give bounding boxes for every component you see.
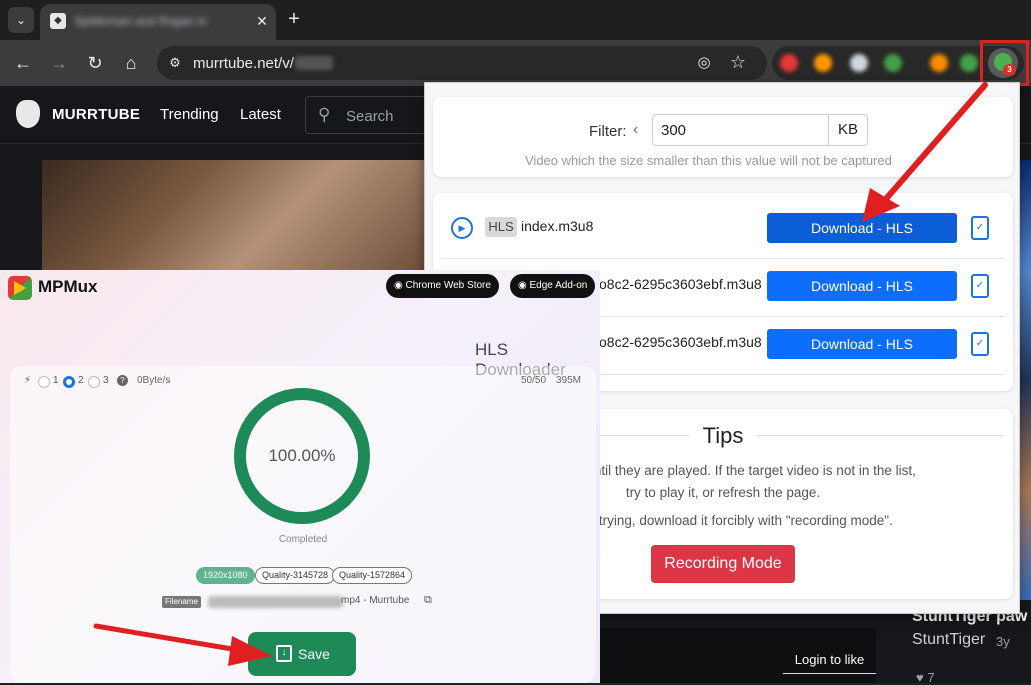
bookmark-star-icon[interactable]: ☆ [727, 52, 749, 74]
reload-icon[interactable]: ↻ [80, 48, 110, 78]
download-hls-button[interactable]: Download - HLS [767, 329, 957, 359]
download-card: ⚡ 1 2 3 ? 0Byte/s 50/50 395M 100.00% Com… [10, 366, 596, 683]
extension-icon[interactable] [884, 54, 902, 72]
thread-radio-3[interactable] [88, 376, 100, 388]
thread-label: 2 [78, 375, 84, 386]
extension-icon[interactable] [780, 54, 798, 72]
filter-size-input[interactable] [652, 114, 829, 146]
nav-latest[interactable]: Latest [240, 106, 281, 123]
quality-chip[interactable]: Quality-3145728 [255, 567, 336, 584]
progress-ring: 100.00% [234, 388, 370, 524]
filter-hint: Video which the size smaller than this v… [525, 153, 892, 168]
extension-icon[interactable] [960, 54, 978, 72]
site-search-input[interactable]: ⚲ Search [305, 96, 430, 134]
filename-text: mp4 - Murrtube [341, 595, 410, 606]
download-status: Completed [278, 534, 328, 545]
mpmux-logo-icon [8, 276, 32, 300]
murrtube-logo-icon[interactable] [16, 100, 40, 128]
filter-card: Filter: ‹ KB Video which the size smalle… [433, 97, 1013, 177]
quality-chip[interactable]: Quality-1572864 [332, 567, 413, 584]
filter-unit: KB [828, 114, 868, 146]
bolt-icon: ⚡ [24, 375, 32, 386]
resolution-chip[interactable]: 1920x1080 [196, 567, 255, 584]
download-speed: 0Byte/s [137, 375, 171, 386]
download-hls-button[interactable]: Download - HLS [767, 271, 957, 301]
chrome-store-label: Chrome Web Store [405, 280, 491, 291]
thread-radio-1[interactable] [38, 376, 50, 388]
mpmux-panel: MPMux ◉ Chrome Web Store ◉ Edge Add-on H… [0, 270, 600, 683]
thread-radio-2[interactable] [63, 376, 75, 388]
edge-icon: ◉ [518, 280, 530, 291]
tips-title-text: Tips [688, 423, 758, 448]
forward-arrow-icon[interactable]: → [44, 48, 74, 78]
eye-slash-icon[interactable]: ◎ [693, 53, 715, 73]
home-icon[interactable]: ⌂ [116, 48, 146, 78]
chrome-web-store-button[interactable]: ◉ Chrome Web Store [386, 274, 499, 298]
mpmux-app-name: MPMux [38, 277, 98, 296]
download-hls-button[interactable]: Download - HLS [767, 213, 957, 243]
clipboard-check-icon[interactable]: ✓ [971, 274, 989, 298]
tab-title: Spiderman and Rogan in [74, 14, 207, 28]
save-button[interactable]: ↓ Save [248, 632, 356, 676]
save-download-icon: ↓ [276, 645, 292, 662]
chrome-icon: ◉ [394, 280, 406, 291]
tab-close-icon[interactable]: ✕ [252, 11, 272, 31]
filter-label: Filter: [589, 123, 627, 140]
extension-icon[interactable] [814, 54, 832, 72]
recording-mode-button[interactable]: Recording Mode [651, 545, 795, 583]
list-item: ▶ HLS index.m3u8 Download - HLS ✓ [441, 201, 1005, 259]
video-player[interactable] [42, 160, 432, 270]
play-icon[interactable]: ▶ [451, 217, 473, 239]
nav-trending[interactable]: Trending [160, 106, 219, 123]
back-arrow-icon[interactable]: ← [8, 48, 38, 78]
new-tab-icon[interactable]: + [283, 8, 305, 30]
video-filename: o8c2-6295c3603ebf.m3u8 [599, 276, 762, 292]
edge-addon-label: Edge Add-on [529, 280, 588, 291]
search-icon: ⚲ [318, 105, 331, 124]
save-label: Save [298, 646, 330, 662]
login-to-like-button[interactable]: Login to like [783, 646, 876, 674]
browser-tab[interactable]: ◆ Spiderman and Rogan in ✕ [40, 4, 276, 40]
uploader-name[interactable]: StuntTiger [912, 631, 985, 649]
tab-search-chevron-icon[interactable]: ⌄ [8, 7, 34, 33]
extension-icon[interactable] [930, 54, 948, 72]
video-filename: o8c2-6295c3603ebf.m3u8 [599, 334, 762, 350]
thread-label: 3 [103, 375, 109, 386]
video-filename: index.m3u8 [521, 218, 594, 234]
site-logo-text[interactable]: MURRTUBE [52, 106, 140, 123]
thread-label: 1 [53, 375, 59, 386]
hls-tag: HLS [485, 217, 517, 237]
site-favicon-icon: ◆ [50, 13, 66, 29]
highlight-box [980, 40, 1029, 86]
address-bar[interactable]: ⚙ murrtube.net/v/ ◎ ☆ [157, 46, 767, 80]
filename-blurred [208, 596, 343, 608]
play-triangle-icon [14, 281, 26, 295]
upload-age: 3y [996, 634, 1010, 649]
segment-count: 50/50 [521, 375, 547, 386]
total-size: 395M [556, 375, 582, 386]
site-info-icon[interactable]: ⚙ [165, 53, 185, 73]
search-placeholder: Search [346, 108, 394, 125]
extension-icon[interactable] [850, 54, 868, 72]
less-than-icon: ‹ [633, 121, 639, 138]
progress-percent: 100.00% [268, 446, 336, 465]
open-external-icon[interactable]: ⧉ [424, 594, 432, 607]
url-path-blurred [295, 56, 333, 70]
clipboard-check-icon[interactable]: ✓ [971, 216, 989, 240]
help-icon[interactable]: ? [117, 375, 128, 386]
filename-label: Filename [162, 596, 201, 608]
url-text: murrtube.net/v/ [193, 55, 294, 72]
clipboard-check-icon[interactable]: ✓ [971, 332, 989, 356]
edge-addon-button[interactable]: ◉ Edge Add-on [510, 274, 596, 298]
